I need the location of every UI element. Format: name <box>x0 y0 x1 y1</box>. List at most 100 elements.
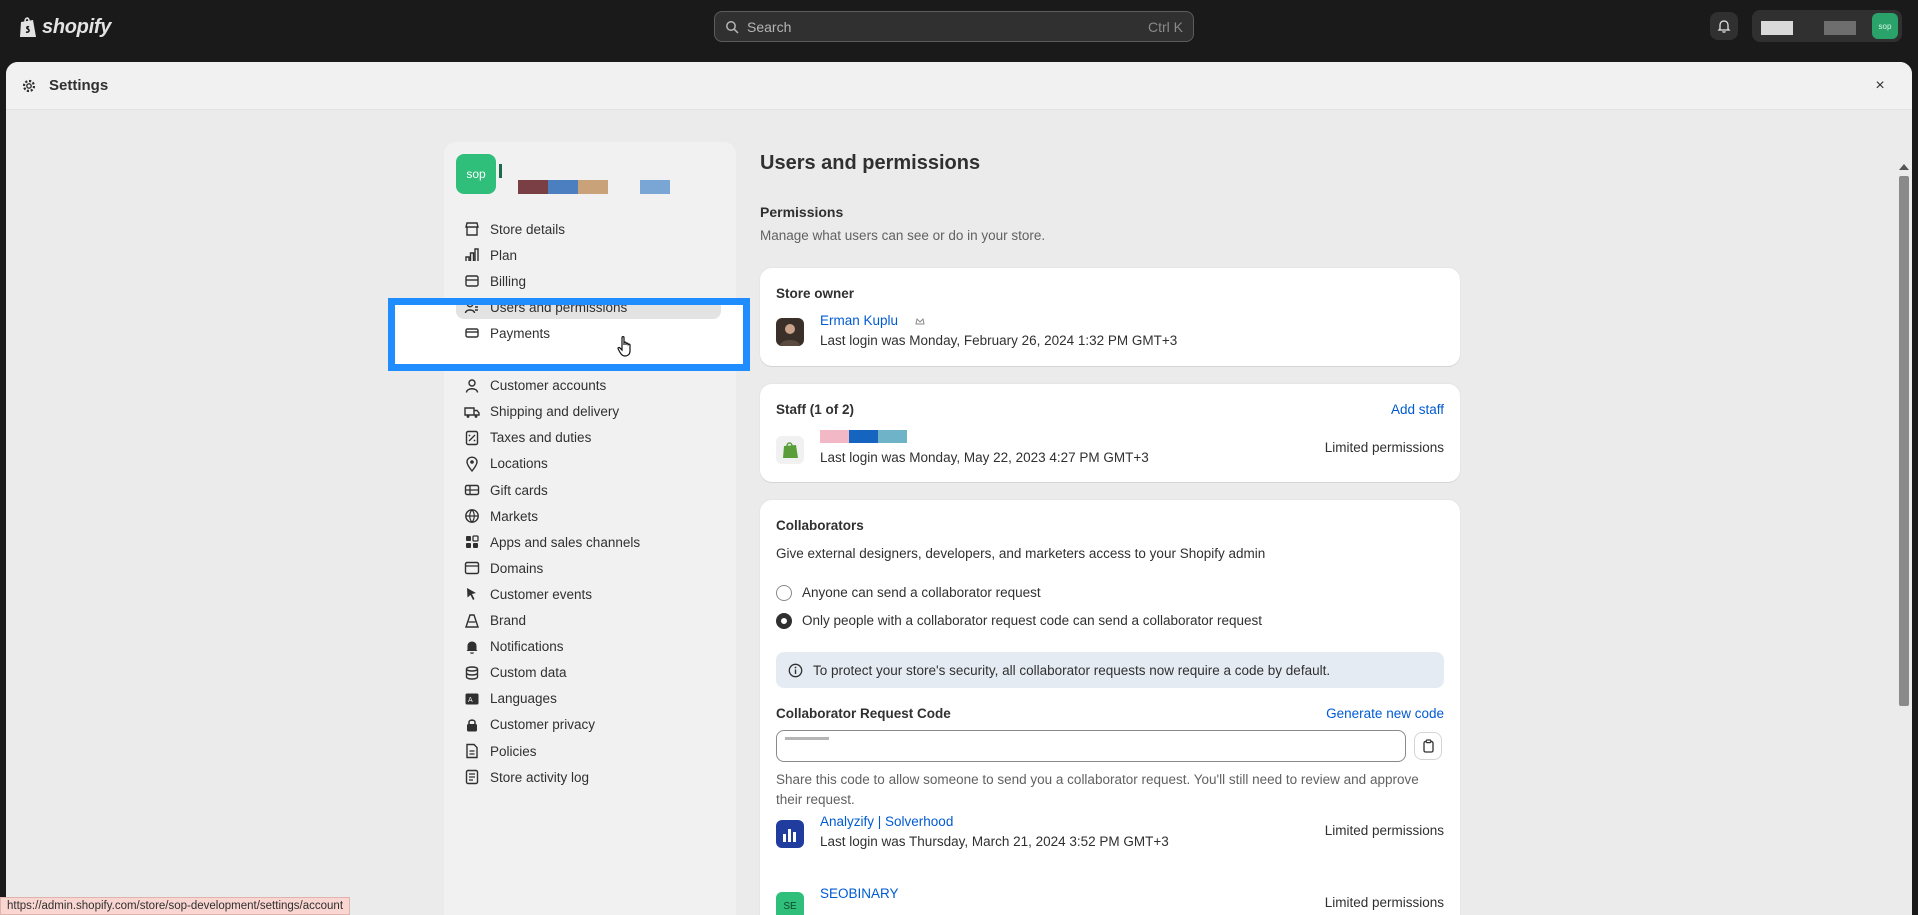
lock-icon <box>467 719 477 732</box>
clipboard-icon <box>1422 739 1434 753</box>
sidebar-item-customer-privacy[interactable]: Customer privacy <box>456 713 721 737</box>
owner-last-login: Last login was Monday, February 26, 2024… <box>820 333 1178 348</box>
highlight-content: BillingUsers and permissionsPayments <box>395 305 743 364</box>
sidebar-item-payments-highlighted[interactable]: Payments <box>456 321 721 345</box>
collaborator-permissions: Limited permissions <box>1324 823 1444 838</box>
code-help-text: Share this code to allow someone to send… <box>776 772 1419 807</box>
sidebar-item-notifications[interactable]: Notifications <box>456 635 721 659</box>
status-bar-url: https://admin.shopify.com/store/sop-deve… <box>0 897 351 915</box>
shopify-logo[interactable]: shopify <box>18 14 111 40</box>
sidebar-item-label: Languages <box>490 691 557 707</box>
collaborators-title: Collaborators <box>776 518 864 533</box>
sidebar-item-users-and-permissions-highlighted[interactable]: Users and permissions <box>456 305 721 320</box>
radio-anyone-label[interactable]: Anyone can send a collaborator request <box>802 585 1041 600</box>
sidebar-item-apps-and-sales-channels[interactable]: Apps and sales channels <box>456 530 721 554</box>
code-redacted <box>785 737 829 740</box>
owner-photo-icon <box>780 324 800 346</box>
sidebar-item-label: Apps and sales channels <box>490 534 641 550</box>
sidebar-item-taxes-and-duties[interactable]: Taxes and duties <box>456 426 721 450</box>
sidebar-item-label: Gift cards <box>490 482 548 498</box>
domain-icon <box>464 562 480 575</box>
sidebar-item-policies[interactable]: Policies <box>456 739 721 763</box>
svg-text:A: A <box>468 697 473 704</box>
collaborator-name-link[interactable]: Analyzify | Solverhood <box>820 814 953 829</box>
search-bar[interactable]: Search Ctrl K <box>714 11 1194 42</box>
redacted-chip <box>640 180 670 194</box>
logo-wordmark: shopify <box>42 15 112 38</box>
close-button[interactable]: × <box>1870 76 1890 96</box>
scroll-up-arrow-icon[interactable] <box>1899 164 1909 170</box>
gear-icon <box>22 79 36 92</box>
document-icon <box>466 743 478 759</box>
sidebar-item-store-details[interactable]: Store details <box>456 217 721 241</box>
scrollbar-thumb[interactable] <box>1899 176 1909 706</box>
sidebar-item-label: Markets <box>490 508 539 524</box>
sidebar-item-label: Notifications <box>490 639 564 655</box>
code-label: Collaborator Request Code <box>776 706 951 721</box>
sidebar-item-languages[interactable]: A Languages <box>456 687 721 711</box>
cursor-icon <box>467 588 476 601</box>
staff-title: Staff (1 of 2) <box>776 402 855 417</box>
staff-card: Staff (1 of 2) Add staff Last login was … <box>760 384 1460 482</box>
sidebar-item-label: Brand <box>490 613 527 628</box>
sidebar-item-gift-cards[interactable]: Gift cards <box>456 478 721 502</box>
collaborators-card: Collaborators Give external designers, d… <box>760 500 1460 915</box>
top-bar: shopify Search Ctrl K sop <box>0 0 1918 54</box>
generate-code-button[interactable]: Generate new code <box>1326 706 1444 721</box>
radio-code-only-label[interactable]: Only people with a collaborator request … <box>802 613 1262 628</box>
apps-icon <box>466 535 479 549</box>
radio-code-only[interactable] <box>776 613 792 629</box>
settings-sidebar: sop Store details Plan Billing Users and pe… <box>444 142 736 915</box>
billing-icon <box>465 275 479 287</box>
collaborators-description: Give external designers, developers, and… <box>776 546 1266 561</box>
sidebar-item-locations[interactable]: Locations <box>456 452 721 476</box>
sidebar-item-plan[interactable]: Plan <box>456 243 721 267</box>
sidebar-item-custom-data[interactable]: Custom data <box>456 661 721 685</box>
log-icon <box>465 769 479 785</box>
modal-title: Settings <box>49 77 109 94</box>
brand-icon <box>465 613 479 628</box>
sidebar-item-label: Payments <box>490 325 551 341</box>
collaborator-code-field[interactable] <box>776 730 1406 762</box>
sidebar-item-label: Customer privacy <box>490 717 596 733</box>
sidebar-item-label: Policies <box>490 743 537 759</box>
scrollbar[interactable] <box>1898 110 1912 915</box>
sidebar-item-billing[interactable]: Billing <box>456 269 721 293</box>
store-name-redacted-2 <box>1824 21 1856 35</box>
sidebar-item-label: Locations <box>490 456 548 472</box>
avatar: SE <box>776 892 804 915</box>
search-shortcut: Ctrl K <box>1148 18 1183 35</box>
radio-anyone[interactable] <box>776 585 792 601</box>
language-icon: A <box>465 693 479 705</box>
sidebar-item-label: Customer events <box>490 586 593 602</box>
avatar: sop <box>456 154 496 194</box>
avatar <box>776 820 804 848</box>
store-owner-title: Store owner <box>776 286 855 301</box>
shopify-bag-icon <box>783 442 798 458</box>
sidebar-item-label: Users and permissions <box>490 305 628 315</box>
sidebar-item-markets[interactable]: Markets <box>456 504 721 528</box>
sidebar-item-domains[interactable]: Domains <box>456 556 721 580</box>
add-staff-button[interactable]: Add staff <box>1391 402 1444 417</box>
sidebar-item-brand[interactable]: Brand <box>456 609 721 633</box>
security-banner: To protect your store's security, all co… <box>776 652 1444 688</box>
store-name-redacted <box>499 164 502 178</box>
collaborator-name-link[interactable]: SEOBINARY <box>820 886 899 901</box>
redacted-chip <box>820 430 849 443</box>
sidebar-item-store-activity-log[interactable]: Store activity log <box>456 765 721 789</box>
sidebar-item-label: Plan <box>490 247 518 263</box>
redacted-chip <box>548 180 578 194</box>
close-icon: × <box>1875 77 1885 94</box>
sidebar-item-customer-accounts[interactable]: Customer accounts <box>456 374 721 398</box>
sidebar-item-shipping-and-delivery[interactable]: Shipping and delivery <box>456 400 721 424</box>
notifications-button[interactable] <box>1710 12 1738 40</box>
redacted-chip <box>608 180 638 194</box>
modal-header: Settings × <box>6 62 1912 110</box>
avatar: sop <box>1872 13 1898 39</box>
sidebar-item-customer-events[interactable]: Customer events <box>456 582 721 606</box>
store-switcher[interactable]: sop <box>1752 10 1902 42</box>
owner-name-link[interactable]: Erman Kuplu <box>820 313 898 328</box>
analyzify-logo-icon <box>783 829 796 842</box>
gift-card-icon <box>464 484 480 496</box>
copy-code-button[interactable] <box>1414 732 1442 760</box>
